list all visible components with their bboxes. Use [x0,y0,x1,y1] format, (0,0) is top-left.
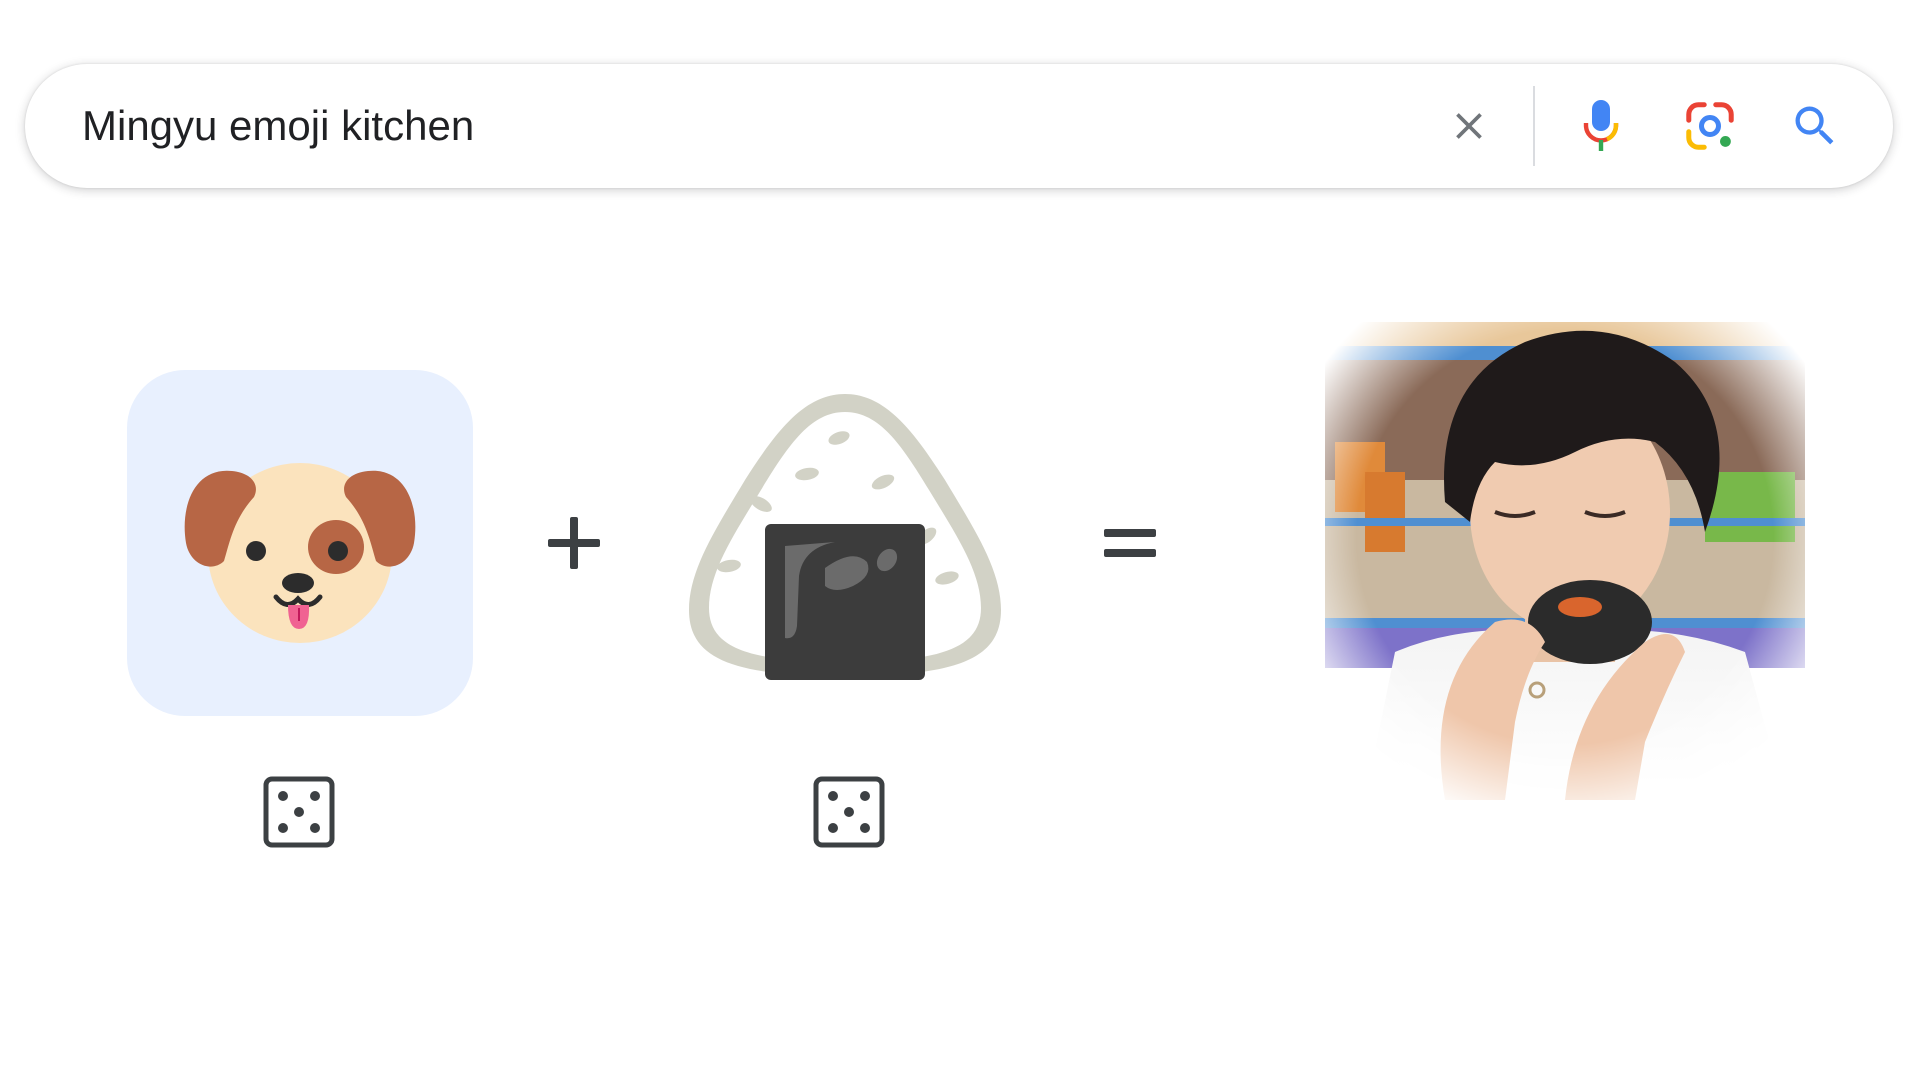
randomize-second-emoji-button[interactable] [813,776,885,848]
emoji-mix-result-image[interactable] [1325,322,1805,800]
rice-ball-emoji[interactable] [685,390,1005,680]
plus-icon [548,517,600,569]
equals-icon [1104,529,1156,557]
randomize-first-emoji-button[interactable] [263,776,335,848]
search-input[interactable]: Mingyu emoji kitchen [82,97,474,155]
search-bar-divider [1533,86,1535,166]
close-icon [1456,113,1482,139]
search-icon [1795,106,1834,145]
first-emoji-tile[interactable] [127,370,473,716]
clear-search-button[interactable] [1434,91,1504,161]
microphone-icon [1583,100,1619,151]
equals-operator [1092,503,1168,583]
google-lens-icon [1686,102,1734,150]
google-lens-button[interactable] [1675,91,1745,161]
search-button[interactable] [1780,91,1850,161]
dog-face-emoji [184,463,416,643]
voice-search-button[interactable] [1566,91,1636,161]
plus-operator [536,503,612,583]
emoji-kitchen-page: Mingyu emoji kitchen [0,0,1920,1080]
search-bar[interactable]: Mingyu emoji kitchen [25,64,1893,188]
